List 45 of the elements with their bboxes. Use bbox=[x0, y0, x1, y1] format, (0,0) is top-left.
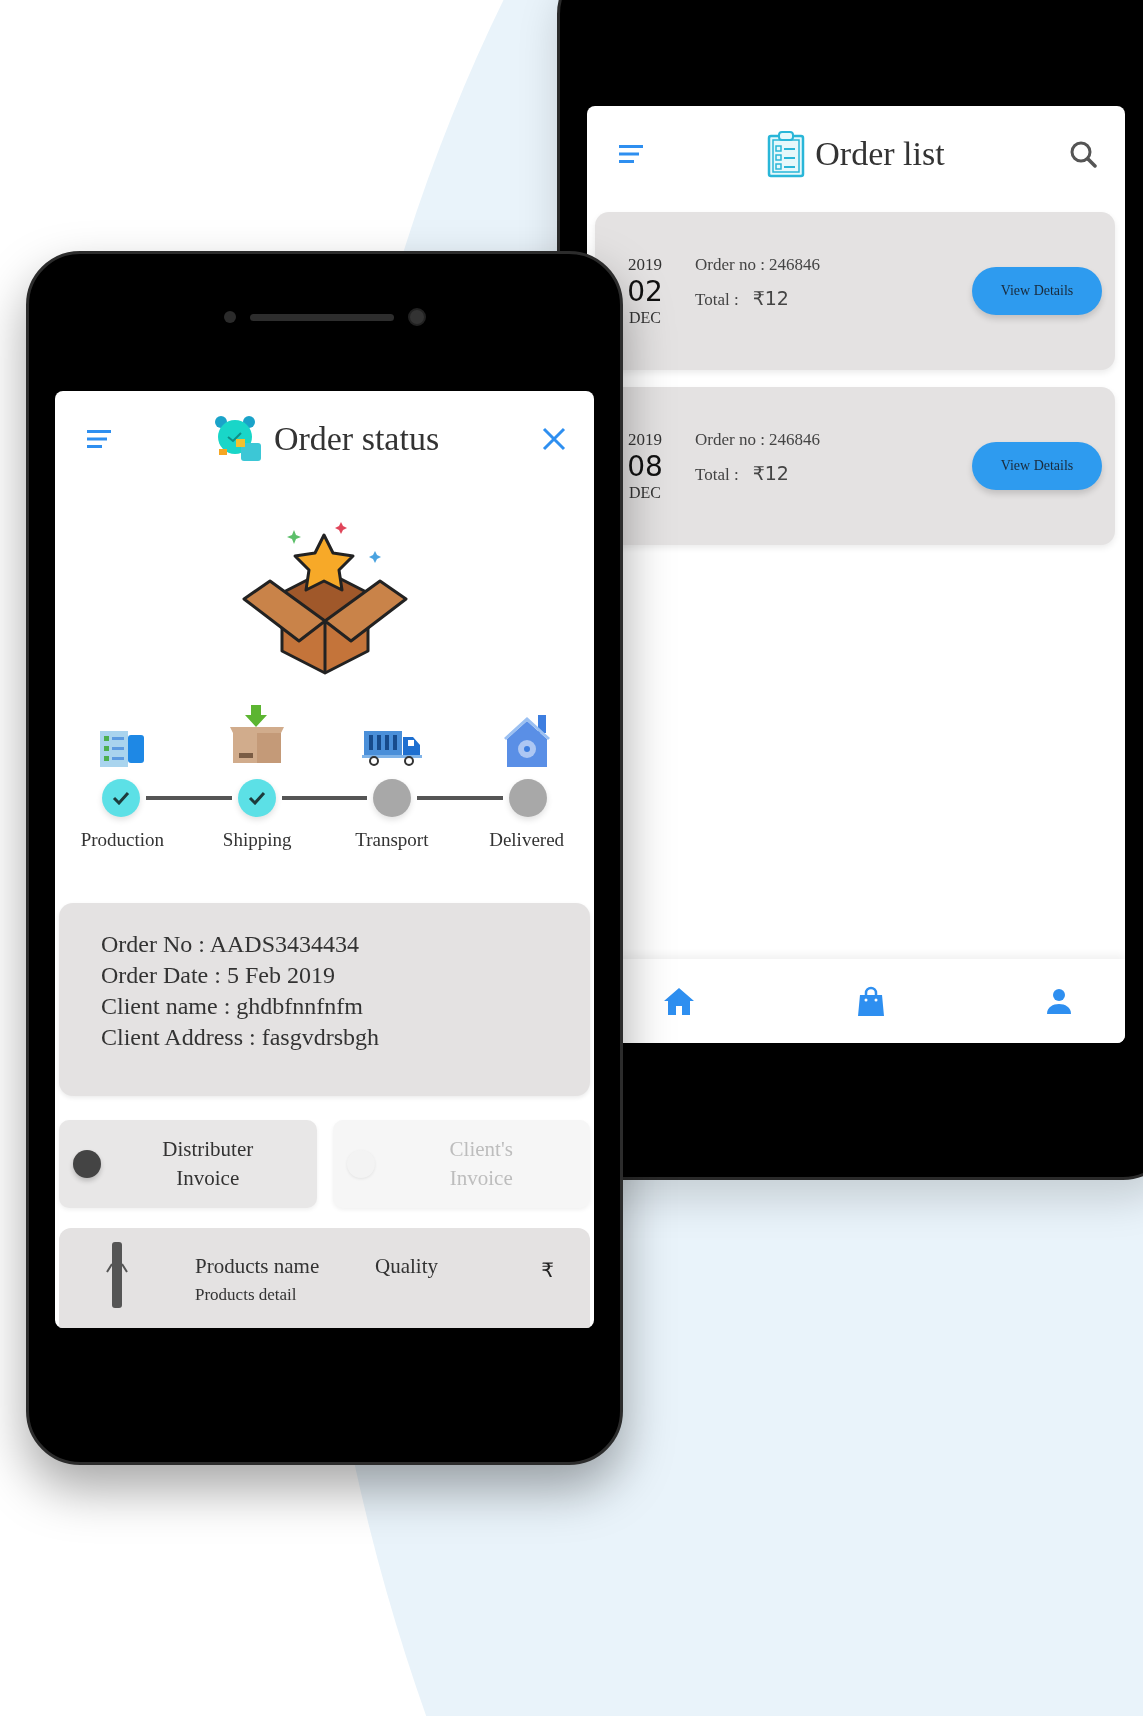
search-icon[interactable] bbox=[1069, 140, 1097, 168]
order-detail-line: Order No : AADS3434434 bbox=[101, 930, 360, 959]
checklist-icon bbox=[100, 729, 145, 767]
order-day: 02 bbox=[627, 275, 663, 309]
step-label: Production bbox=[80, 829, 165, 851]
step-label: Delivered bbox=[489, 829, 565, 851]
quality-label: Quality bbox=[375, 1253, 439, 1279]
shopping-bag-icon[interactable] bbox=[856, 986, 885, 1016]
order-detail-line: Order Date : 5 Feb 2019 bbox=[101, 961, 336, 990]
wall-plug-icon bbox=[105, 1242, 129, 1308]
camera-lens bbox=[407, 308, 426, 326]
menu-icon[interactable] bbox=[87, 429, 111, 449]
step-label: Transport bbox=[355, 829, 429, 851]
order-day: 08 bbox=[627, 450, 663, 484]
order-number: Order no : 246846 bbox=[695, 254, 822, 275]
invoice-option[interactable]: Distributer Invoice bbox=[59, 1120, 317, 1208]
total-label: Total : bbox=[695, 464, 739, 485]
order-detail-line: Client Address : fasgvdrsbgh bbox=[101, 1023, 380, 1052]
total-amount: ₹12 bbox=[752, 286, 789, 309]
order-number: Order no : 246846 bbox=[695, 429, 822, 450]
clipboard-icon bbox=[767, 130, 806, 178]
order-year: 2019 bbox=[628, 430, 662, 450]
total-label: Total : bbox=[695, 289, 739, 310]
person-icon[interactable] bbox=[1045, 987, 1073, 1015]
house-icon bbox=[503, 715, 550, 767]
price-label: ₹ bbox=[541, 1257, 554, 1282]
screen-title: Order list bbox=[815, 135, 945, 173]
alarm-clock-icon bbox=[213, 415, 264, 463]
view-details-button[interactable]: View Details bbox=[972, 267, 1102, 315]
home-icon[interactable] bbox=[662, 986, 696, 1016]
product-name: Products name bbox=[195, 1253, 321, 1279]
invoice-label: Client's Invoice bbox=[448, 1136, 514, 1192]
invoice-label: Distributer Invoice bbox=[161, 1136, 255, 1192]
total-amount: ₹12 bbox=[752, 461, 789, 484]
menu-icon[interactable] bbox=[619, 144, 643, 164]
order-detail-line: Client name : ghdbfnnfnfm bbox=[101, 992, 364, 1021]
screen-title: Order status bbox=[273, 420, 440, 458]
close-icon[interactable] bbox=[542, 427, 566, 451]
view-details-button[interactable]: View Details bbox=[972, 442, 1102, 490]
step-label: Shipping bbox=[222, 829, 292, 851]
product-detail: Products detail bbox=[195, 1285, 298, 1305]
camera-dot bbox=[223, 311, 236, 323]
order-year: 2019 bbox=[628, 255, 662, 275]
order-month: DEC bbox=[629, 309, 661, 327]
order-month: DEC bbox=[629, 484, 661, 502]
